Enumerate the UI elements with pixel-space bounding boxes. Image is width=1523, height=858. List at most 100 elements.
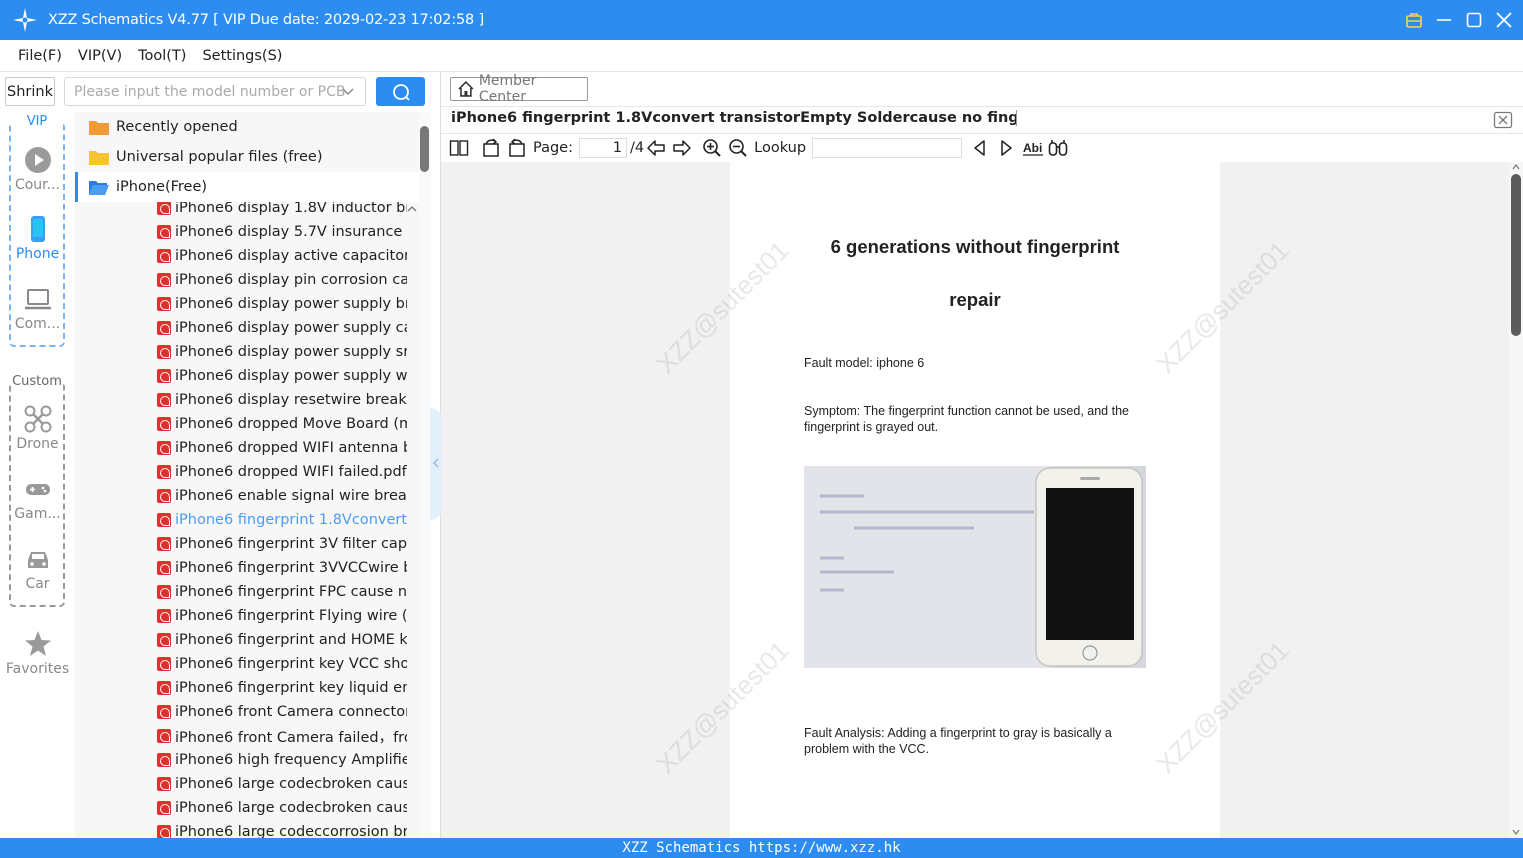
laptop-icon bbox=[24, 289, 51, 310]
lookup-input[interactable] bbox=[812, 138, 963, 158]
rotate-left-icon[interactable] bbox=[481, 138, 501, 158]
tree-file-item[interactable]: iPhone6 large codecbroken cause bbox=[157, 772, 407, 796]
tree-file-item[interactable]: iPhone6 fingerprint and HOME key bbox=[157, 628, 407, 652]
custom-group-label: Custom bbox=[11, 374, 63, 389]
tree-scroll-thumb[interactable] bbox=[420, 126, 429, 172]
match-case-icon[interactable]: Abi bbox=[1022, 138, 1044, 158]
menu-tool[interactable]: Tool(T) bbox=[138, 48, 186, 64]
find-previous-icon[interactable] bbox=[970, 138, 990, 158]
tree-file-item[interactable]: iPhone6 display power supply wire bbox=[157, 364, 407, 388]
file-label: iPhone6 front Camera failed，front bbox=[175, 729, 407, 746]
viewer-scroll-thumb[interactable] bbox=[1511, 174, 1521, 336]
file-label: iPhone6 large codeccorrosion broken bbox=[175, 824, 407, 838]
chevron-up-icon[interactable] bbox=[406, 204, 418, 214]
tree-file-item[interactable]: iPhone6 dropped Move Board (move bbox=[157, 412, 407, 436]
tree-file-item[interactable]: iPhone6 front Camera failed，front bbox=[157, 724, 407, 748]
tree-file-item[interactable]: iPhone6 large codeccorrosion broken bbox=[157, 820, 407, 838]
tree-file-item[interactable]: iPhone6 dropped WIFI antenna broken bbox=[157, 436, 407, 460]
next-page-icon[interactable] bbox=[672, 138, 692, 158]
two-page-icon[interactable] bbox=[449, 138, 469, 158]
pdf-file-icon bbox=[157, 633, 171, 647]
sidebar-item-favorites[interactable]: Favorites bbox=[0, 630, 75, 677]
sidebar-item-computer[interactable]: Com... bbox=[0, 285, 75, 332]
pdf-file-icon bbox=[157, 729, 171, 743]
pdf-file-icon bbox=[157, 369, 171, 383]
page-number-input[interactable]: 1 bbox=[579, 138, 627, 158]
tree-file-item[interactable]: iPhone6 display power supply sram bbox=[157, 340, 407, 364]
tree-file-item[interactable]: iPhone6 enable signal wire break bbox=[157, 484, 407, 508]
tree-file-item[interactable]: iPhone6 front Camera connector to bbox=[157, 700, 407, 724]
chevron-down-icon[interactable] bbox=[341, 86, 355, 98]
tree-file-item[interactable]: iPhone6 display power supply cause bbox=[157, 316, 407, 340]
rotate-right-icon[interactable] bbox=[507, 138, 527, 158]
binoculars-icon[interactable] bbox=[1048, 138, 1068, 158]
tree-file-item[interactable]: iPhone6 fingerprint Flying wire (cc bbox=[157, 604, 407, 628]
tree-file-item[interactable]: iPhone6 display pin corrosion cause bbox=[157, 268, 407, 292]
zoom-in-icon[interactable] bbox=[702, 138, 722, 158]
pdf-file-icon bbox=[157, 705, 171, 719]
member-center-button[interactable]: Member Center bbox=[450, 73, 588, 105]
file-label: iPhone6 dropped WIFI antenna broken bbox=[175, 440, 407, 456]
shrink-button[interactable]: Shrink bbox=[5, 77, 55, 106]
menu-settings[interactable]: Settings(S) bbox=[202, 48, 282, 64]
previous-page-icon[interactable] bbox=[646, 138, 666, 158]
tree-folder-universal[interactable]: Universal popular files (free) bbox=[75, 142, 419, 172]
sidebar-item-car[interactable]: Car bbox=[0, 545, 75, 592]
file-label: iPhone6 display 5.7V insurance broken bbox=[175, 224, 407, 240]
menu-vip[interactable]: VIP(V) bbox=[78, 48, 122, 64]
tree-file-item[interactable]: iPhone6 fingerprint key VCC short bbox=[157, 652, 407, 676]
search-button[interactable] bbox=[376, 77, 425, 106]
tree-folder-iphone[interactable]: iPhone(Free) bbox=[75, 172, 419, 202]
sidebar-item-courses[interactable]: Cour... bbox=[0, 146, 75, 193]
fault-analysis-text: Fault Analysis: Adding a fingerprint to … bbox=[804, 726, 1112, 756]
pdf-file-icon bbox=[157, 801, 171, 815]
sidebar-item-games[interactable]: Gam... bbox=[0, 475, 75, 522]
file-label: iPhone6 high frequency Amplifier bbox=[175, 752, 407, 768]
pdf-file-icon bbox=[157, 321, 171, 335]
sidebar-item-drone[interactable]: Drone bbox=[0, 405, 75, 452]
document-title-line1: 6 generations without fingerprint bbox=[830, 236, 1120, 257]
tree-file-item[interactable]: iPhone6 fingerprint 3VVCCwire break bbox=[157, 556, 407, 580]
tree-file-item[interactable]: iPhone6 display 5.7V insurance broken bbox=[157, 220, 407, 244]
tree-file-item[interactable]: iPhone6 fingerprint key liquid enter bbox=[157, 676, 407, 700]
menu-file[interactable]: File(F) bbox=[18, 48, 62, 64]
search-input[interactable]: Please input the model number or PCB bbox=[64, 77, 366, 106]
file-label: iPhone6 large codecbroken cause bbox=[175, 776, 407, 792]
sidebar-item-phone[interactable]: Phone bbox=[0, 215, 75, 262]
tree-folder-recent[interactable]: Recently opened bbox=[75, 112, 419, 142]
viewer-scrollbar[interactable] bbox=[1509, 162, 1523, 838]
tree-file-item[interactable]: iPhone6 display power supply broken bbox=[157, 292, 407, 316]
phone-icon bbox=[30, 216, 45, 242]
scroll-down-icon[interactable] bbox=[1511, 828, 1521, 836]
viewer-toolbar: Page: 1 /4 Lookup Abi bbox=[441, 134, 1523, 162]
vip-bag-icon[interactable] bbox=[1405, 11, 1423, 29]
close-tab-icon[interactable] bbox=[1493, 111, 1513, 129]
tree-file-item[interactable]: iPhone6 high frequency Amplifier bbox=[157, 748, 407, 772]
pdf-file-icon bbox=[157, 537, 171, 551]
maximize-icon[interactable] bbox=[1465, 11, 1483, 29]
tree-file-item[interactable]: iPhone6 large codecbroken cause bbox=[157, 796, 407, 820]
document-tab[interactable]: iPhone6 fingerprint 1.8Vconvert transist… bbox=[451, 110, 1017, 126]
tree-file-item[interactable]: iPhone6 dropped WIFI failed.pdf bbox=[157, 460, 407, 484]
scroll-up-icon[interactable] bbox=[1511, 163, 1521, 171]
folder-label: Recently opened bbox=[116, 119, 238, 135]
sidebar-item-label: Cour... bbox=[14, 177, 61, 193]
file-label: iPhone6 dropped Move Board (move bbox=[175, 416, 407, 432]
tree-file-item[interactable]: iPhone6 display resetwire break cause bbox=[157, 388, 407, 412]
zoom-out-icon[interactable] bbox=[728, 138, 748, 158]
minimize-icon[interactable] bbox=[1435, 11, 1453, 29]
star-icon bbox=[24, 631, 51, 656]
page-total: /4 bbox=[630, 140, 645, 156]
pdf-file-icon bbox=[157, 297, 171, 311]
file-label: iPhone6 fingerprint Flying wire (cc bbox=[175, 608, 407, 624]
document-tab-bar: iPhone6 fingerprint 1.8Vconvert transist… bbox=[441, 106, 1523, 134]
pdf-file-icon bbox=[157, 657, 171, 671]
tree-file-item[interactable]: iPhone6 fingerprint 3V filter capacitor bbox=[157, 532, 407, 556]
document-viewer[interactable]: 6 generations without fingerprint repair… bbox=[441, 162, 1523, 838]
sidebar-item-label: Com... bbox=[14, 316, 61, 332]
tree-file-item[interactable]: iPhone6 fingerprint FPC cause no fingerp… bbox=[157, 580, 407, 604]
tree-file-item[interactable]: iPhone6 fingerprint 1.8Vconvert transist… bbox=[157, 508, 407, 532]
tree-file-item[interactable]: iPhone6 display active capacitor Error bbox=[157, 244, 407, 268]
close-icon[interactable] bbox=[1495, 11, 1513, 29]
find-next-icon[interactable] bbox=[996, 138, 1016, 158]
